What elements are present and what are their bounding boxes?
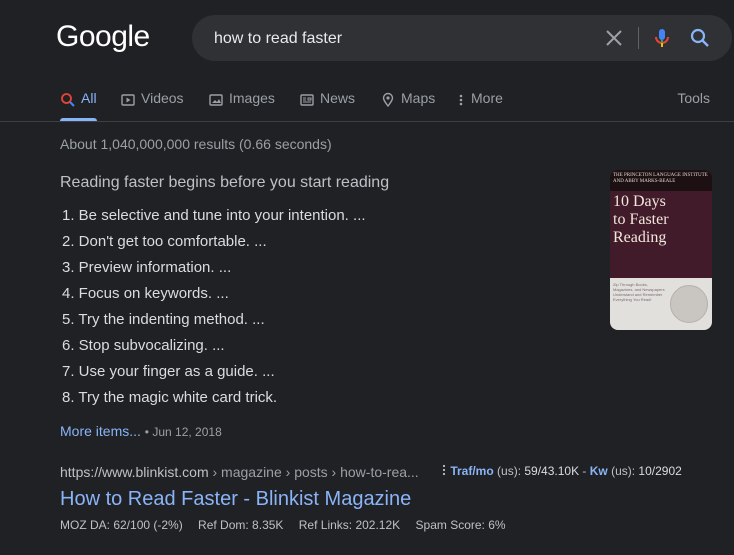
- list-item: 2. Don't get too comfortable. ...: [62, 233, 267, 250]
- traf-region: (us):: [493, 464, 525, 478]
- tab-images[interactable]: Images: [208, 90, 275, 120]
- tab-news[interactable]: News: [299, 90, 355, 120]
- list-item: 7. Use your finger as a guide. ...: [62, 363, 275, 380]
- tab-more[interactable]: More: [458, 90, 503, 120]
- tabs-divider: [0, 121, 734, 122]
- result-stats: About 1,040,000,000 results (0.66 second…: [60, 136, 332, 152]
- list-item: 3. Preview information. ...: [62, 259, 232, 276]
- book-thumbnail[interactable]: THE PRINCETON LANGUAGE INSTITUTE AND ABB…: [610, 170, 712, 330]
- book-title-line: to Faster: [613, 211, 669, 228]
- book-cover-bottom: Zip Through Books, Magazines, and Newspa…: [610, 278, 712, 330]
- search-input[interactable]: [212, 26, 596, 52]
- image-icon: [209, 94, 223, 106]
- tab-label: Videos: [141, 90, 184, 106]
- search-tabs: All Videos Images News Maps More: [60, 90, 734, 121]
- search-icon[interactable]: [688, 26, 712, 50]
- moz-da: MOZ DA: 62/100 (-2%): [60, 518, 183, 532]
- google-logo[interactable]: Google: [56, 20, 150, 54]
- result-domain: https://www.blinkist.com: [60, 464, 209, 480]
- kw-region: (us):: [607, 464, 639, 478]
- traf-value: 59/43.10K: [524, 464, 580, 478]
- tab-label: News: [320, 90, 356, 106]
- tab-label: All: [81, 90, 97, 106]
- more-items-link[interactable]: More items...: [60, 423, 141, 439]
- result-title-link[interactable]: How to Read Faster - Blinkist Magazine: [60, 488, 411, 511]
- more-vert-icon[interactable]: [441, 464, 447, 476]
- list-item: 4. Focus on keywords. ...: [62, 285, 229, 302]
- book-title: 10 Days to Faster Reading: [610, 191, 712, 247]
- result-cite[interactable]: https://www.blinkist.com › magazine › po…: [60, 464, 419, 480]
- seo-metrics: MOZ DA: 62/100 (-2%) Ref Dom: 8.35K Ref …: [60, 518, 518, 532]
- list-item: 6. Stop subvocalizing. ...: [62, 337, 225, 354]
- kw-label[interactable]: Kw: [590, 464, 608, 478]
- tab-label: Images: [229, 90, 275, 106]
- more-vert-icon: [459, 94, 463, 106]
- news-icon: [300, 94, 314, 106]
- book-title-line: 10 Days: [613, 193, 666, 210]
- kw-value: 10/2902: [638, 464, 682, 478]
- list-item: 8. Try the magic white card trick.: [62, 389, 278, 406]
- tab-label: More: [471, 90, 503, 106]
- search-divider: [638, 27, 639, 49]
- search-icon: [61, 93, 75, 107]
- spam-score: Spam Score: 6%: [415, 518, 506, 532]
- list-item: 5. Try the indenting method. ...: [62, 311, 265, 328]
- book-publisher: THE PRINCETON LANGUAGE INSTITUTE AND ABB…: [610, 170, 712, 191]
- tab-maps[interactable]: Maps: [380, 90, 435, 120]
- result-breadcrumb: › magazine › posts › how-to-rea...: [208, 464, 419, 480]
- snippet-date: Jun 12, 2018: [152, 425, 222, 439]
- featured-snippet-list: 1. Be selective and tune into your inten…: [62, 207, 366, 415]
- list-item: 1. Be selective and tune into your inten…: [62, 207, 366, 224]
- tools-button[interactable]: Tools: [677, 90, 710, 106]
- microphone-icon[interactable]: [650, 26, 674, 50]
- book-title-line: Reading: [613, 229, 667, 246]
- search-box: [192, 15, 732, 61]
- ref-links: Ref Links: 202.12K: [298, 518, 401, 532]
- snippet-footer: More items... • Jun 12, 2018: [60, 423, 222, 439]
- clear-icon[interactable]: [602, 26, 626, 50]
- tab-all[interactable]: All: [60, 90, 97, 121]
- tab-label: Maps: [401, 90, 436, 106]
- tab-videos[interactable]: Videos: [120, 90, 184, 120]
- book-blurb: Zip Through Books, Magazines, and Newspa…: [613, 282, 665, 302]
- seo-sep: -: [579, 464, 590, 478]
- ref-dom: Ref Dom: 8.35K: [198, 518, 284, 532]
- video-icon: [121, 94, 135, 106]
- seo-stats: Traf/mo (us): 59/43.10K - Kw (us): 10/29…: [441, 464, 682, 478]
- traf-label[interactable]: Traf/mo: [450, 464, 493, 478]
- map-pin-icon: [382, 92, 394, 108]
- featured-snippet-title: Reading faster begins before you start r…: [60, 174, 390, 191]
- book-seal-icon: [670, 285, 708, 323]
